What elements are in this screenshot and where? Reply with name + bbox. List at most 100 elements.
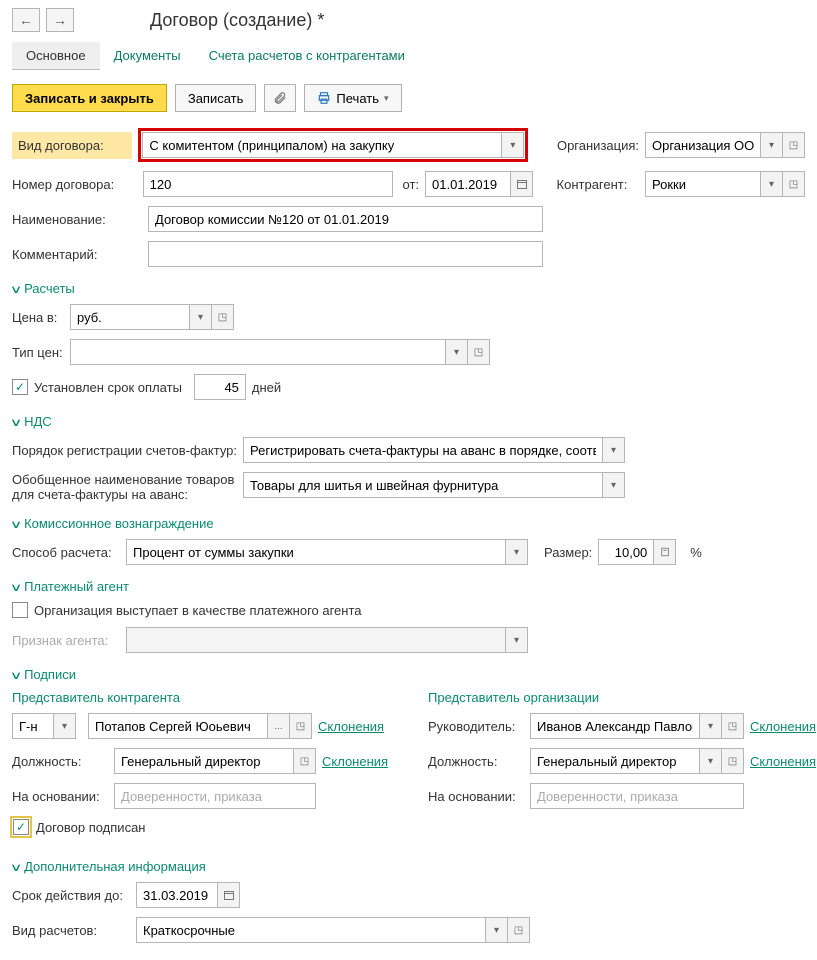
chevron-down-icon (12, 667, 20, 682)
declension-link-1[interactable]: Склонения (318, 719, 384, 734)
valid-until-label: Срок действия до: (12, 888, 130, 903)
agent-sign-label: Признак агента: (12, 633, 120, 648)
basis-counter-field[interactable] (114, 783, 316, 809)
commission-section-toggle[interactable]: Комиссионное вознаграждение (12, 516, 805, 531)
save-button[interactable]: Записать (175, 84, 257, 112)
calc-method-dropdown[interactable]: ▾ (506, 539, 528, 565)
from-date-picker[interactable] (511, 171, 533, 197)
rep-counter-more[interactable]: ... (268, 713, 290, 739)
chevron-down-icon: ▾ (384, 93, 389, 104)
save-and-close-button[interactable]: Записать и закрыть (12, 84, 167, 112)
size-calc-button[interactable] (654, 539, 676, 565)
currency-open[interactable]: ◳ (212, 304, 234, 330)
declension-link-2[interactable]: Склонения (322, 754, 388, 769)
chevron-down-icon (12, 516, 20, 531)
tab-main[interactable]: Основное (12, 42, 100, 70)
organization-open[interactable]: ◳ (783, 132, 805, 158)
chevron-down-icon (12, 579, 20, 594)
price-type-open[interactable]: ◳ (468, 339, 490, 365)
vat-section-toggle[interactable]: НДС (12, 414, 805, 429)
nav-back-button[interactable]: ← (12, 8, 40, 32)
counterparty-dropdown[interactable]: ▾ (761, 171, 783, 197)
name-label: Наименование: (12, 212, 142, 227)
rep-counter-name-field[interactable] (88, 713, 268, 739)
invoice-order-field[interactable] (243, 437, 603, 463)
invoice-name-field[interactable] (243, 472, 603, 498)
head-open[interactable]: ◳ (722, 713, 744, 739)
invoice-name-label1: Обобщенное наименование товаров (12, 472, 237, 487)
settlement-type-field[interactable] (136, 917, 486, 943)
tab-documents[interactable]: Документы (100, 42, 195, 70)
position-counter-open[interactable]: ◳ (294, 748, 316, 774)
counterparty-open[interactable]: ◳ (783, 171, 805, 197)
payments-section-toggle[interactable]: Расчеты (12, 281, 805, 296)
attach-button[interactable] (264, 84, 296, 112)
extra-section-toggle[interactable]: Дополнительная информация (12, 859, 805, 874)
price-type-field[interactable] (70, 339, 446, 365)
payment-term-label: Установлен срок оплаты (34, 380, 182, 395)
position-org-open[interactable]: ◳ (722, 748, 744, 774)
payment-agent-checkbox[interactable] (12, 602, 28, 618)
agent-sign-field (126, 627, 506, 653)
declension-link-4[interactable]: Склонения (750, 754, 816, 769)
print-button[interactable]: Печать ▾ (304, 84, 401, 112)
contract-number-field[interactable] (143, 171, 393, 197)
position-org-field[interactable] (530, 748, 700, 774)
chevron-down-icon (12, 414, 20, 429)
contract-type-label: Вид договора: (12, 132, 132, 159)
settlement-type-label: Вид расчетов: (12, 923, 130, 938)
paperclip-icon (273, 91, 287, 105)
valid-until-field[interactable] (136, 882, 218, 908)
size-field[interactable] (598, 539, 654, 565)
invoice-order-dropdown[interactable]: ▾ (603, 437, 625, 463)
counterparty-field[interactable] (645, 171, 761, 197)
counterparty-label: Контрагент: (557, 177, 639, 192)
basis-label-o: На основании: (428, 789, 524, 804)
payment-term-days-field[interactable] (194, 374, 246, 400)
honorific-dropdown[interactable]: ▾ (54, 713, 76, 739)
head-dropdown[interactable]: ▾ (700, 713, 722, 739)
contract-signed-checkbox[interactable]: ✓ (13, 819, 29, 835)
settlement-type-dropdown[interactable]: ▾ (486, 917, 508, 943)
from-label: от: (403, 177, 420, 192)
tab-accounts[interactable]: Счета расчетов с контрагентами (195, 42, 419, 70)
valid-until-picker[interactable] (218, 882, 240, 908)
payment-term-checkbox[interactable]: ✓ (12, 379, 28, 395)
organization-dropdown[interactable]: ▾ (761, 132, 783, 158)
price-label: Цена в: (12, 310, 64, 325)
contract-type-dropdown[interactable]: ▾ (502, 132, 524, 158)
percent-label: % (690, 545, 702, 560)
position-counter-field[interactable] (114, 748, 294, 774)
signatures-section-toggle[interactable]: Подписи (12, 667, 805, 682)
size-label: Размер: (544, 545, 592, 560)
invoice-name-dropdown[interactable]: ▾ (603, 472, 625, 498)
days-label: дней (252, 380, 281, 395)
rep-counter-open[interactable]: ◳ (290, 713, 312, 739)
name-field[interactable] (148, 206, 543, 232)
invoice-order-label: Порядок регистрации счетов-фактур: (12, 443, 237, 458)
calc-method-field[interactable] (126, 539, 506, 565)
price-type-dropdown[interactable]: ▾ (446, 339, 468, 365)
organization-field[interactable] (645, 132, 761, 158)
nav-forward-button[interactable]: → (46, 8, 74, 32)
settlement-type-open[interactable]: ◳ (508, 917, 530, 943)
from-date-field[interactable] (425, 171, 511, 197)
honorific-field[interactable] (12, 713, 54, 739)
calendar-icon (516, 178, 528, 190)
chevron-down-icon (12, 281, 20, 296)
agent-section-toggle[interactable]: Платежный агент (12, 579, 805, 594)
head-name-field[interactable] (530, 713, 700, 739)
chevron-down-icon (12, 859, 20, 874)
organization-label: Организация: (557, 138, 639, 153)
price-type-label: Тип цен: (12, 345, 64, 360)
comment-field[interactable] (148, 241, 543, 267)
declension-link-3[interactable]: Склонения (750, 719, 816, 734)
contract-number-label: Номер договора: (12, 177, 137, 192)
basis-org-field[interactable] (530, 783, 744, 809)
currency-field[interactable] (70, 304, 190, 330)
position-org-dropdown[interactable]: ▾ (700, 748, 722, 774)
currency-dropdown[interactable]: ▾ (190, 304, 212, 330)
payment-agent-label: Организация выступает в качестве платежн… (34, 603, 362, 618)
invoice-name-label2: для счета-фактуры на аванс: (12, 487, 237, 502)
contract-type-field[interactable] (142, 132, 502, 158)
